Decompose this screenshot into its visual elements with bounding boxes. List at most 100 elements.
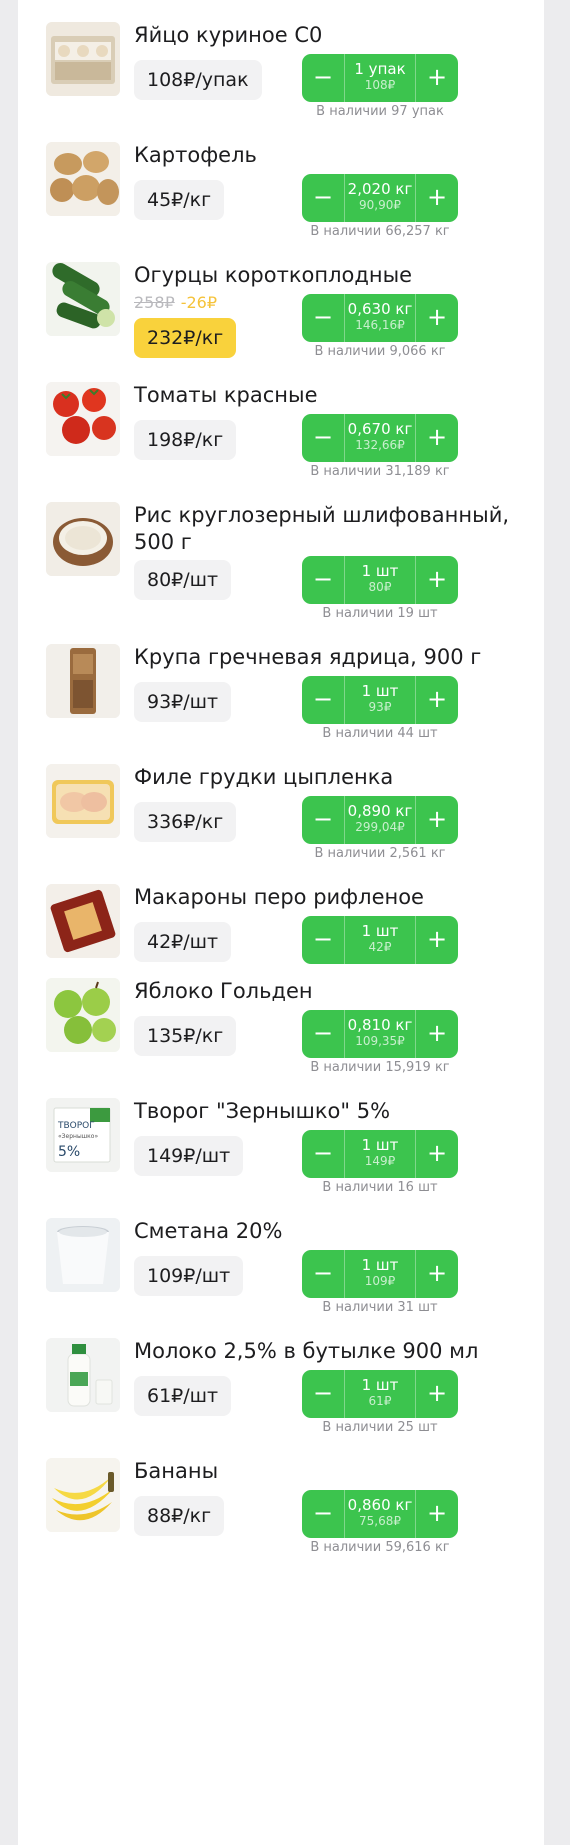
- quantity-display: 1 шт 149₽: [345, 1130, 415, 1178]
- product-name[interactable]: Крупа гречневая ядрица, 900 г: [134, 644, 534, 671]
- pasta-pack-icon[interactable]: [46, 884, 120, 958]
- increase-button[interactable]: +: [415, 916, 458, 964]
- tomato-icon[interactable]: [46, 382, 120, 456]
- line-total: 299,04₽: [355, 820, 405, 834]
- decrease-button[interactable]: −: [302, 54, 345, 102]
- quantity-value: 0,810 кг: [347, 1016, 413, 1034]
- potato-icon[interactable]: [46, 142, 120, 216]
- quantity-display: 1 шт 61₽: [345, 1370, 415, 1418]
- quantity-display: 1 шт 93₽: [345, 676, 415, 724]
- increase-button[interactable]: +: [415, 54, 458, 102]
- price-badge: 80₽/шт: [134, 560, 232, 600]
- quantity-stepper: − 1 шт 61₽ +: [302, 1370, 458, 1418]
- quantity-value: 1 упак: [354, 60, 406, 78]
- list-item: Молоко 2,5% в бутылке 900 мл 61₽/шт − 1 …: [18, 1338, 548, 1448]
- decrease-button[interactable]: −: [302, 414, 345, 462]
- price-badge: 108₽/упак: [134, 60, 262, 100]
- line-total: 42₽: [368, 940, 392, 954]
- list-item: Крупа гречневая ядрица, 900 г 93₽/шт − 1…: [18, 644, 548, 754]
- increase-button[interactable]: +: [415, 414, 458, 462]
- increase-button[interactable]: +: [415, 1250, 458, 1298]
- apple-icon[interactable]: [46, 978, 120, 1052]
- eggs-carton-icon[interactable]: [46, 22, 120, 96]
- product-name[interactable]: Бананы: [134, 1458, 534, 1485]
- price-badge: 45₽/кг: [134, 180, 225, 220]
- decrease-button[interactable]: −: [302, 556, 345, 604]
- stock-text: В наличии 44 шт: [322, 726, 438, 741]
- increase-button[interactable]: +: [415, 1130, 458, 1178]
- price-badge: 109₽/шт: [134, 1256, 244, 1296]
- product-name[interactable]: Яблоко Гольден: [134, 978, 534, 1005]
- decrease-button[interactable]: −: [302, 1250, 345, 1298]
- price-block: 198₽/кг: [134, 420, 237, 460]
- quantity-display: 0,860 кг 75,68₽: [345, 1490, 415, 1538]
- increase-button[interactable]: +: [415, 174, 458, 222]
- product-name[interactable]: Томаты красные: [134, 382, 534, 409]
- product-name[interactable]: Сметана 20%: [134, 1218, 534, 1245]
- decrease-button[interactable]: −: [302, 1130, 345, 1178]
- price-badge: 198₽/кг: [134, 420, 237, 460]
- product-name[interactable]: Картофель: [134, 142, 534, 169]
- increase-button[interactable]: +: [415, 676, 458, 724]
- sour-cream-cup-icon[interactable]: [46, 1218, 120, 1292]
- quantity-display: 0,890 кг 299,04₽: [345, 796, 415, 844]
- price-block: 135₽/кг: [134, 1016, 237, 1056]
- product-name[interactable]: Филе грудки цыпленка: [134, 764, 534, 791]
- quantity-stepper: − 0,860 кг 75,68₽ +: [302, 1490, 458, 1538]
- list-item: Яйцо куриное С0 108₽/упак − 1 упак 108₽ …: [18, 22, 548, 132]
- milk-bottle-icon[interactable]: [46, 1338, 120, 1412]
- stock-text: В наличии 9,066 кг: [314, 344, 446, 359]
- decrease-button[interactable]: −: [302, 1490, 345, 1538]
- increase-button[interactable]: +: [415, 1010, 458, 1058]
- increase-button[interactable]: +: [415, 294, 458, 342]
- decrease-button[interactable]: −: [302, 676, 345, 724]
- quantity-display: 1 шт 109₽: [345, 1250, 415, 1298]
- quantity-stepper: − 0,630 кг 146,16₽ +: [302, 294, 458, 342]
- old-price-row: 258₽ -26₽: [134, 292, 236, 318]
- rice-bowl-icon[interactable]: [46, 502, 120, 576]
- list-item: Бананы 88₽/кг − 0,860 кг 75,68₽ + В нали…: [18, 1458, 548, 1568]
- product-name[interactable]: Молоко 2,5% в бутылке 900 мл: [134, 1338, 534, 1365]
- list-item: Огурцы короткоплодные 258₽ -26₽ 232₽/кг −…: [18, 262, 548, 372]
- decrease-button[interactable]: −: [302, 1010, 345, 1058]
- price-block: 149₽/шт: [134, 1136, 244, 1176]
- list-item: Картофель 45₽/кг − 2,020 кг 90,90₽ + В н…: [18, 142, 548, 252]
- product-name[interactable]: Огурцы короткоплодные: [134, 262, 534, 289]
- quantity-stepper: − 1 шт 93₽ +: [302, 676, 458, 724]
- price-block: 108₽/упак: [134, 60, 262, 100]
- cottage-cheese-icon[interactable]: ТВОРОГ «Зернышко» 5%: [46, 1098, 120, 1172]
- quantity-display: 2,020 кг 90,90₽: [345, 174, 415, 222]
- increase-button[interactable]: +: [415, 1490, 458, 1538]
- quantity-stepper: − 2,020 кг 90,90₽ +: [302, 174, 458, 222]
- price-block: 336₽/кг: [134, 802, 237, 842]
- list-item: Рис круглозерный шлифованный, 500 г 80₽/…: [18, 502, 548, 632]
- price-badge: 93₽/шт: [134, 682, 232, 722]
- cucumber-icon[interactable]: [46, 262, 120, 336]
- line-total: 90,90₽: [359, 198, 401, 212]
- quantity-value: 1 шт: [361, 1376, 399, 1394]
- stock-text: В наличии 16 шт: [322, 1180, 438, 1195]
- buckwheat-pack-icon[interactable]: [46, 644, 120, 718]
- decrease-button[interactable]: −: [302, 916, 345, 964]
- banana-icon[interactable]: [46, 1458, 120, 1532]
- line-total: 109₽: [364, 1274, 396, 1288]
- line-total: 80₽: [368, 580, 392, 594]
- increase-button[interactable]: +: [415, 1370, 458, 1418]
- increase-button[interactable]: +: [415, 796, 458, 844]
- product-name[interactable]: Макароны перо рифленое: [134, 884, 534, 911]
- quantity-value: 1 шт: [361, 682, 399, 700]
- line-total: 146,16₽: [355, 318, 405, 332]
- increase-button[interactable]: +: [415, 556, 458, 604]
- stock-text: В наличии 31 шт: [322, 1300, 438, 1315]
- decrease-button[interactable]: −: [302, 796, 345, 844]
- product-name[interactable]: Рис круглозерный шлифованный, 500 г: [134, 502, 534, 556]
- chicken-fillet-icon[interactable]: [46, 764, 120, 838]
- decrease-button[interactable]: −: [302, 1370, 345, 1418]
- list-item: Яблоко Гольден 135₽/кг − 0,810 кг 109,35…: [18, 978, 548, 1088]
- quantity-value: 0,860 кг: [347, 1496, 413, 1514]
- decrease-button[interactable]: −: [302, 294, 345, 342]
- price-block: 42₽/шт: [134, 922, 232, 962]
- product-name[interactable]: Творог "Зернышко" 5%: [134, 1098, 534, 1125]
- decrease-button[interactable]: −: [302, 174, 345, 222]
- product-name[interactable]: Яйцо куриное С0: [134, 22, 534, 49]
